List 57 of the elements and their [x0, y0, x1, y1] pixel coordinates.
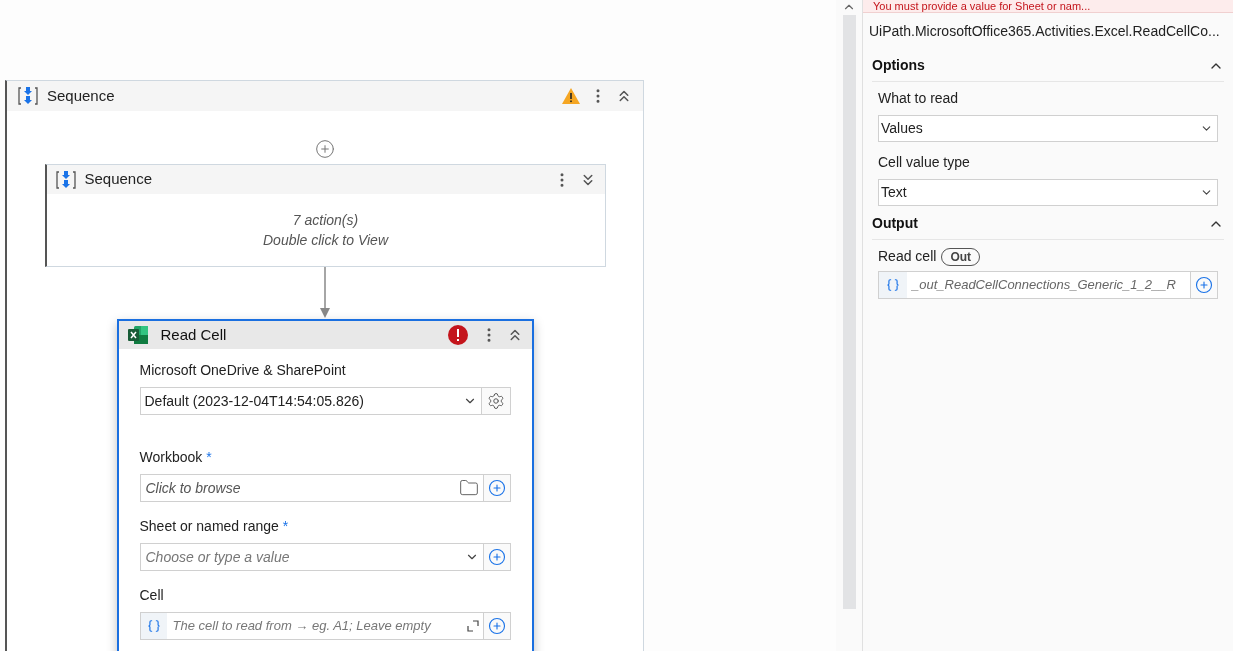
add-icon	[1195, 276, 1213, 294]
error-banner: You must provide a value for Sheet or nam...	[863, 0, 1233, 13]
add-button[interactable]	[1190, 271, 1218, 299]
section-header[interactable]: Output	[872, 208, 1224, 240]
field-label: Microsoft OneDrive & SharePoint	[139, 361, 346, 380]
expression-value: _out_ReadCellConnections_Generic_1_2__R	[910, 276, 1176, 295]
add-button[interactable]	[482, 474, 511, 502]
field-label: What to read	[878, 89, 960, 108]
connector-arrow	[320, 267, 330, 319]
dropdown[interactable]: Values	[878, 115, 1218, 142]
field-label: Cell	[139, 586, 164, 605]
folder-icon[interactable]	[458, 478, 479, 498]
combo-field[interactable]: Choose or type a value	[139, 543, 484, 571]
dropdown-value: Values	[881, 119, 924, 138]
expression-input[interactable]: The cell to read from → eg. A1; Leave empty	[166, 616, 463, 636]
read-cell-activity[interactable]: Read Cell Microsoft OneDrive & SharePoint Default (2023-12-04T14:54:05.826) Workbook * Click to browse Sheet or named range * Choose or type a value Cell The cell to read from → eg. A1; Leave empty	[116, 319, 534, 651]
sequence-container[interactable]	[5, 80, 644, 651]
dropdown-value: Default (2023-12-04T14:54:05.826)	[144, 391, 365, 411]
dropdown-value: Text	[881, 183, 908, 202]
required-mark: *	[206, 448, 212, 467]
browse-field[interactable]: Click to browse	[139, 474, 484, 502]
field-label: Cell value type	[878, 153, 971, 172]
add-icon	[487, 548, 506, 566]
section-header[interactable]: Options	[872, 50, 1224, 82]
connection-dropdown[interactable]: Default (2023-12-04T14:54:05.826)	[139, 387, 482, 415]
braces-icon	[146, 619, 161, 633]
activity-title: Read Cell	[160, 324, 228, 345]
section-title: Output	[872, 214, 919, 233]
expand-editor-icon[interactable]	[466, 620, 479, 632]
field-label: Workbook	[139, 448, 203, 467]
field-label: Sheet or named range	[139, 517, 279, 536]
add-icon	[487, 479, 506, 497]
action-count: 7 action(s)	[292, 211, 359, 230]
dropdown[interactable]: Text	[878, 179, 1218, 206]
add-icon[interactable]	[315, 139, 335, 159]
add-icon	[487, 617, 506, 635]
braces-icon	[886, 278, 900, 292]
sequence-title: Sequence	[84, 169, 154, 190]
expression-field[interactable]: _out_ReadCellConnections_Generic_1_2__R	[878, 271, 1191, 299]
excel-icon	[126, 325, 149, 345]
activity-type: UiPath.MicrosoftOffice365.Activities.Excel.ReadCellCo...	[868, 22, 1221, 41]
add-button[interactable]	[482, 612, 511, 640]
required-mark: *	[282, 517, 289, 536]
view-hint: Double click to View	[263, 231, 388, 250]
expression-field[interactable]: The cell to read from → eg. A1; Leave empty	[139, 612, 484, 640]
scrollbar-track[interactable]	[842, 15, 856, 609]
add-button[interactable]	[482, 543, 511, 571]
sequence-container[interactable]: Sequence 7 action(s) Double click to View	[44, 164, 606, 267]
combo-input[interactable]: Choose or type a value	[145, 546, 465, 568]
sequence-title: Sequence	[47, 85, 116, 106]
field-label: Read cell	[878, 247, 937, 266]
section-title: Options	[872, 56, 926, 75]
browse-input[interactable]: Click to browse	[145, 477, 459, 499]
sequence-icon	[17, 86, 39, 106]
sequence-icon	[54, 169, 77, 190]
settings-button[interactable]	[480, 387, 511, 415]
gear-icon	[486, 392, 505, 410]
